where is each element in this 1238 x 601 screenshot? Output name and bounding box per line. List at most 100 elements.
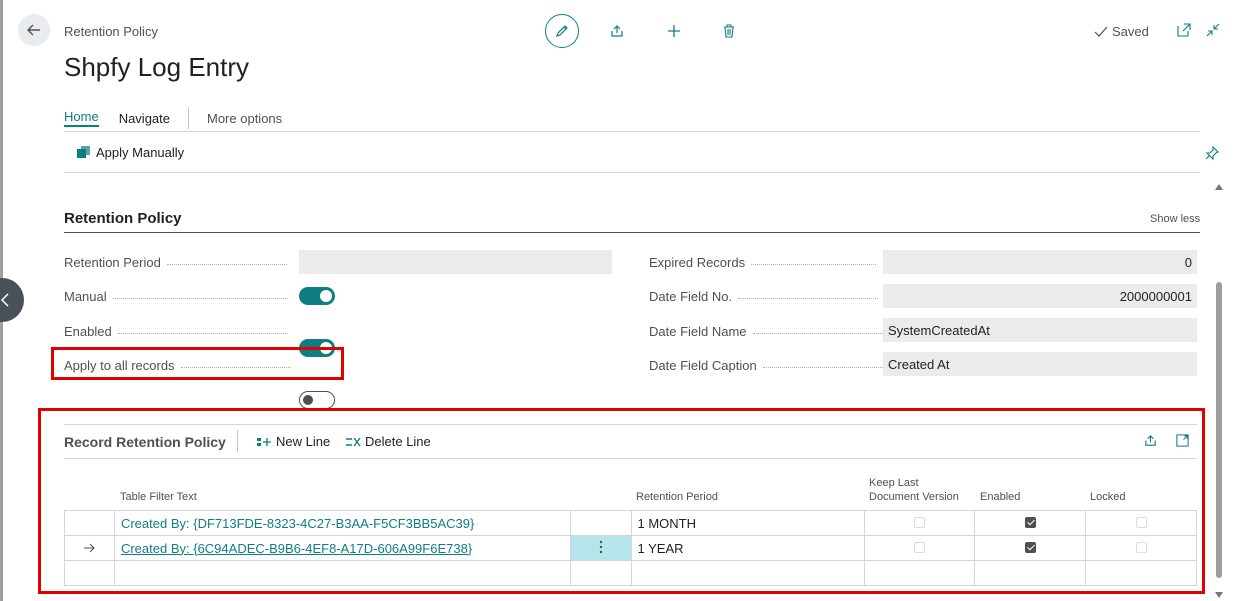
subpage-title: Record Retention Policy — [64, 434, 226, 450]
table-row[interactable]: Created By: {DF713FDE-8323-4C27-B3AA-F5C… — [64, 510, 1197, 536]
back-button[interactable] — [18, 14, 50, 46]
date-field-caption-label: Date Field Caption — [649, 358, 883, 373]
keep-last-cell[interactable] — [864, 510, 976, 536]
table-filter-cell[interactable] — [113, 560, 571, 586]
row-menu-cell — [569, 510, 632, 536]
page-title: Shpfy Log Entry — [64, 52, 249, 82]
section-underline — [64, 232, 1200, 233]
scrollbar-thumb[interactable] — [1216, 282, 1222, 578]
date-field-no-label: Date Field No. — [649, 289, 879, 304]
share-icon — [611, 25, 623, 37]
plus-icon — [668, 25, 680, 37]
new-button[interactable] — [657, 14, 691, 48]
row-menu-button[interactable] — [569, 535, 632, 561]
scroll-down-arrow[interactable] — [1214, 586, 1224, 601]
retention-period-cell[interactable]: 1 MONTH — [630, 510, 866, 536]
expired-records-label: Expired Records — [649, 255, 877, 270]
more-vertical-icon — [599, 540, 602, 553]
locked-cell[interactable] — [1085, 560, 1197, 586]
new-line-icon — [257, 437, 271, 446]
locked-cell[interactable] — [1085, 510, 1197, 536]
keep-last-checkbox[interactable] — [914, 516, 926, 528]
enabled-label: Enabled — [64, 324, 288, 339]
table-filter-cell[interactable]: Created By: {6C94ADEC-B9B6-4EF8-A17D-606… — [113, 535, 571, 561]
apply-icon — [77, 146, 90, 158]
enabled-cell[interactable] — [974, 535, 1087, 561]
locked-cell[interactable] — [1085, 535, 1197, 561]
delete-button[interactable] — [712, 14, 746, 48]
share-icon — [1145, 435, 1156, 446]
subpage-expand-button[interactable] — [1175, 433, 1190, 453]
pin-button[interactable] — [1205, 145, 1219, 165]
breadcrumb: Retention Policy — [64, 24, 158, 39]
subpage-divider — [237, 430, 238, 452]
trash-icon — [724, 24, 734, 38]
retention-period-field[interactable] — [299, 250, 612, 274]
manual-label: Manual — [64, 289, 288, 304]
collapse-icon — [1206, 23, 1220, 37]
collapse-button[interactable] — [1205, 22, 1221, 43]
keep-last-cell[interactable] — [864, 535, 976, 561]
expand-icon — [1176, 434, 1189, 447]
section-title: Retention Policy — [64, 210, 182, 227]
divider — [64, 131, 1200, 132]
retention-period-cell[interactable] — [630, 560, 866, 586]
tab-home[interactable]: Home — [64, 109, 99, 127]
edit-button[interactable] — [545, 14, 579, 48]
divider — [64, 458, 1197, 459]
action-tabs: Home Navigate More options — [64, 107, 302, 129]
tab-more-options[interactable]: More options — [207, 111, 282, 126]
share-button[interactable] — [600, 14, 634, 48]
column-header-enabled[interactable]: Enabled — [980, 490, 1020, 504]
date-field-name-label: Date Field Name — [649, 324, 883, 339]
open-in-new-window-icon — [1177, 23, 1191, 37]
table-row[interactable]: Created By: {6C94ADEC-B9B6-4EF8-A17D-606… — [64, 535, 1197, 561]
divider — [64, 424, 1197, 425]
apply-manually-label: Apply Manually — [96, 145, 185, 160]
saved-label: Saved — [1112, 24, 1149, 39]
divider — [64, 172, 1200, 173]
retention-period-label: Retention Period — [64, 255, 287, 270]
date-field-caption-field: Created At — [883, 352, 1197, 376]
row-menu-cell — [569, 560, 632, 586]
scroll-up-arrow[interactable] — [1214, 178, 1224, 196]
show-less-link[interactable]: Show less — [1150, 213, 1200, 225]
keep-last-checkbox[interactable] — [914, 541, 926, 553]
enabled-cell[interactable] — [974, 510, 1087, 536]
enabled-checkbox[interactable] — [1024, 541, 1036, 553]
subpage-share-button[interactable] — [1143, 433, 1158, 453]
triangle-up-icon — [1215, 184, 1223, 190]
table-filter-cell[interactable]: Created By: {DF713FDE-8323-4C27-B3AA-F5C… — [113, 510, 571, 536]
date-field-no-field: 2000000001 — [883, 284, 1197, 308]
saved-status: Saved — [1094, 24, 1149, 39]
column-header-keep-last[interactable]: Keep Last Document Version — [869, 476, 959, 504]
pin-icon — [1205, 145, 1219, 161]
delete-line-button[interactable]: Delete Line — [345, 434, 431, 449]
enabled-checkbox[interactable] — [1024, 516, 1036, 528]
table-row[interactable] — [64, 560, 1197, 586]
column-header-retention-period[interactable]: Retention Period — [636, 490, 718, 504]
keep-last-cell[interactable] — [864, 560, 976, 586]
triangle-down-icon — [1215, 592, 1223, 598]
collapse-navigation-button[interactable] — [0, 278, 24, 322]
new-line-label: New Line — [276, 434, 331, 449]
apply-all-records-label: Apply to all records — [64, 358, 291, 373]
delete-line-label: Delete Line — [365, 434, 431, 449]
tab-navigate[interactable]: Navigate — [119, 111, 170, 126]
locked-checkbox[interactable] — [1135, 541, 1147, 553]
column-header-table-filter[interactable]: Table Filter Text — [120, 490, 197, 504]
column-header-locked[interactable]: Locked — [1090, 490, 1125, 504]
expired-records-field: 0 — [883, 250, 1197, 274]
manual-toggle[interactable] — [299, 287, 335, 305]
apply-all-records-toggle[interactable] — [299, 391, 335, 409]
checkmark-icon — [1094, 26, 1108, 37]
new-line-button[interactable]: New Line — [256, 434, 330, 449]
row-indicator — [64, 510, 115, 536]
locked-checkbox[interactable] — [1135, 516, 1147, 528]
open-new-window-button[interactable] — [1176, 22, 1192, 43]
apply-manually-button[interactable]: Apply Manually — [76, 145, 184, 160]
row-indicator — [64, 535, 115, 561]
chevron-left-icon — [0, 293, 9, 307]
retention-period-cell[interactable]: 1 YEAR — [630, 535, 866, 561]
enabled-cell[interactable] — [974, 560, 1087, 586]
